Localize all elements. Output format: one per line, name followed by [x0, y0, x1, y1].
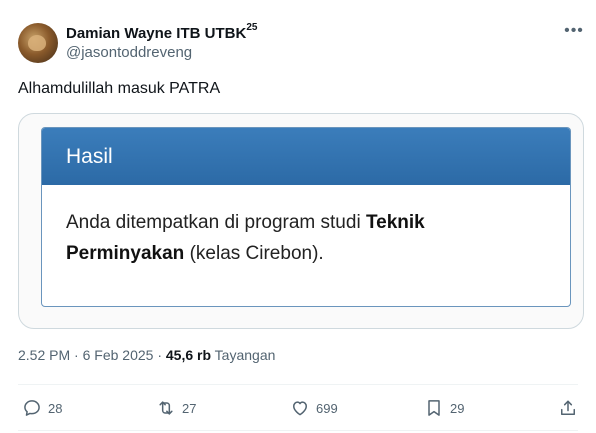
author-handle[interactable]: @jasontoddreveng	[66, 44, 192, 61]
meta-separator-2: ·	[157, 347, 162, 363]
more-options-button[interactable]: •••	[562, 22, 586, 42]
result-program-word-1: Teknik	[365, 212, 425, 233]
result-card-title: Hasil	[42, 128, 570, 185]
result-body-suffix: (kelas Cirebon).	[184, 243, 324, 264]
divider-top	[18, 384, 578, 385]
like-count: 699	[316, 400, 338, 416]
tweet-date[interactable]: 6 Feb 2025	[83, 347, 154, 363]
author-display-name[interactable]: Damian Wayne ITB UTBK25	[66, 22, 258, 42]
avatar[interactable]	[18, 23, 58, 63]
more-horizontal-icon: •••	[564, 22, 584, 39]
result-program-word-2: Perminyakan	[66, 243, 185, 264]
share-button[interactable]	[558, 397, 584, 419]
result-card: Hasil Anda ditempatkan di program studi …	[41, 127, 571, 307]
repost-icon	[159, 401, 173, 415]
tweet-time[interactable]: 2.52 PM	[18, 347, 70, 363]
repost-button[interactable]: 27	[156, 397, 196, 419]
divider-bottom	[18, 430, 578, 431]
share-icon	[561, 400, 575, 415]
repost-count: 27	[182, 400, 197, 416]
reply-count: 28	[48, 400, 63, 416]
result-body-prefix: Anda ditempatkan di program studi	[66, 212, 366, 233]
author-name-text[interactable]: Damian Wayne ITB UTBK	[66, 25, 246, 42]
tweet-meta: 2.52 PM · 6 Feb 2025 · 45,6 rb Tayangan	[18, 347, 275, 363]
author-name-superscript: 25	[246, 22, 258, 33]
bookmark-icon	[428, 400, 440, 416]
reply-button[interactable]: 28	[22, 397, 62, 419]
heart-icon	[293, 401, 307, 416]
tweet-image[interactable]: Hasil Anda ditempatkan di program studi …	[18, 113, 584, 329]
bookmark-button[interactable]: 29	[424, 397, 464, 419]
tweet-text: Alhamdulillah masuk PATRA	[18, 80, 221, 97]
meta-separator-1: ·	[74, 347, 79, 363]
bookmark-count: 29	[450, 400, 465, 416]
views-label: Tayangan	[214, 347, 276, 363]
reply-icon	[24, 400, 40, 416]
like-button[interactable]: 699	[290, 397, 338, 419]
result-card-body: Anda ditempatkan di program studi Teknik…	[42, 185, 570, 269]
views-count: 45,6 rb	[165, 347, 212, 363]
